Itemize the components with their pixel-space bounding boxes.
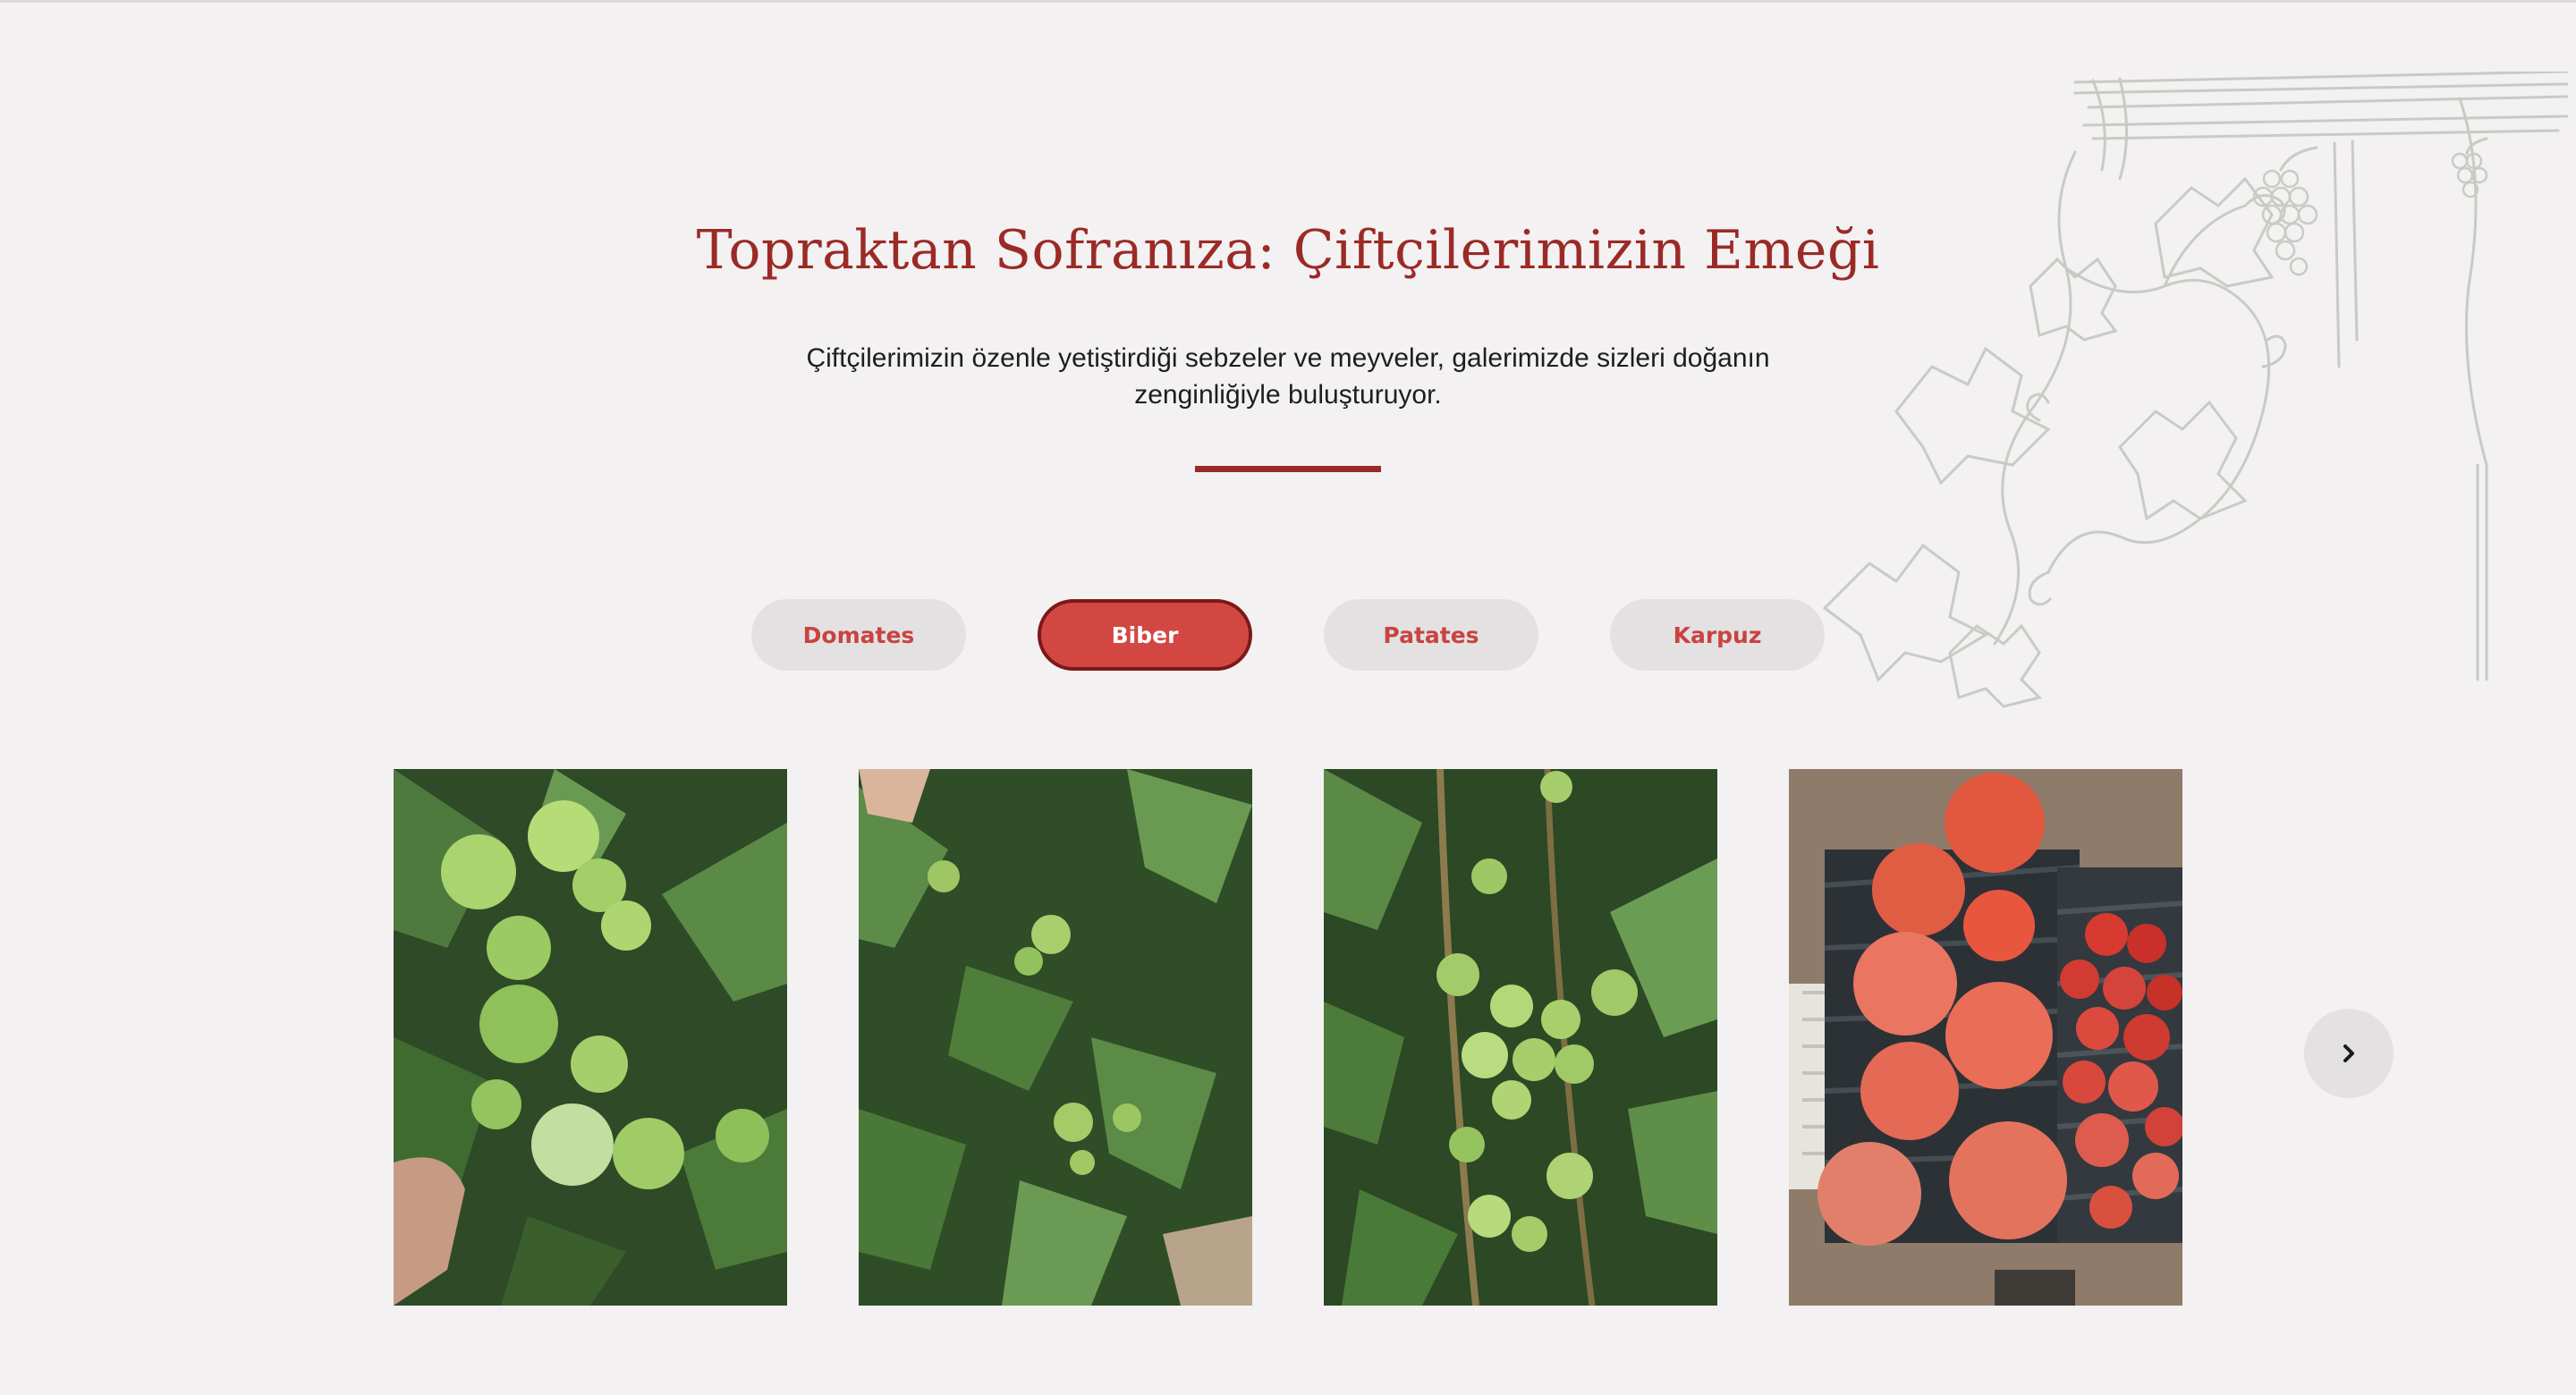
top-border [0, 0, 2576, 3]
chevron-right-icon [2343, 1044, 2354, 1062]
tab-karpuz[interactable]: Karpuz [1610, 599, 1825, 671]
hero-description: Çiftçilerimizin özenle yetiştirdiği sebz… [806, 343, 1770, 410]
gallery-photo-2[interactable] [859, 769, 1252, 1306]
tab-biber[interactable]: Biber [1038, 599, 1252, 671]
page-title: Topraktan Sofranıza: Çiftçilerimizin Eme… [696, 219, 1880, 282]
gallery-next-button[interactable] [2304, 1009, 2394, 1098]
gallery-photo-4[interactable] [1789, 769, 2182, 1306]
gallery-photo-1[interactable] [394, 769, 787, 1306]
tab-domates[interactable]: Domates [751, 599, 966, 671]
tab-patates[interactable]: Patates [1324, 599, 1538, 671]
gallery-photo-3[interactable] [1324, 769, 1717, 1306]
grapevine-illustration [1822, 72, 2569, 708]
title-divider [1195, 466, 1381, 472]
